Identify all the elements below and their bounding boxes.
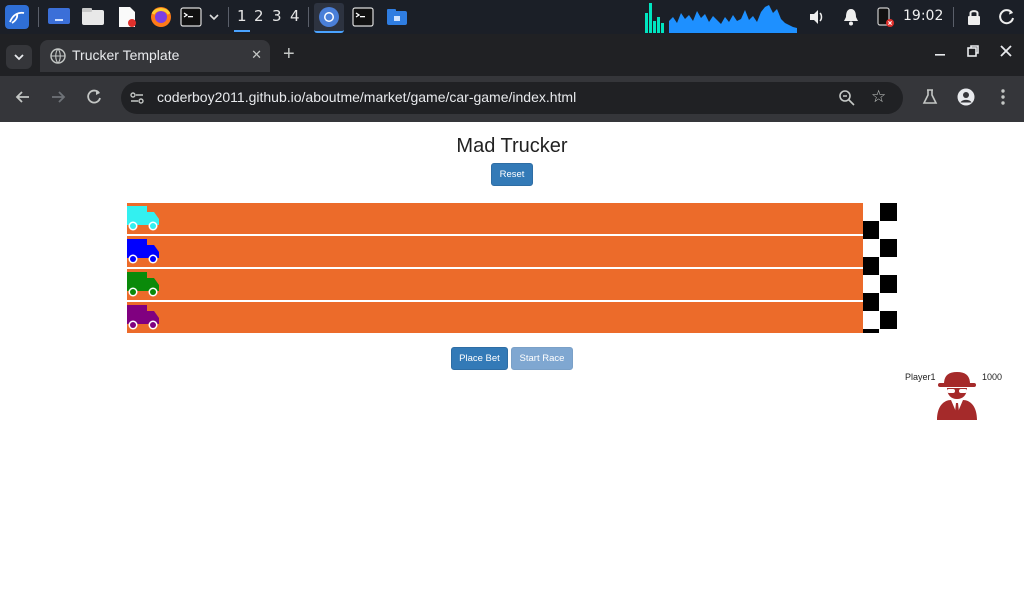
clock: 19:02 [903,8,944,24]
url-text[interactable]: coderboy2011.github.io/aboutme/market/ga… [157,89,576,105]
workspace-4[interactable]: 4 [290,7,300,25]
labs-flask-icon[interactable] [921,88,939,111]
workspace-3[interactable]: 3 [272,7,282,25]
finish-line-checkered [863,203,897,333]
tab-search-button[interactable] [6,45,32,69]
terminal-icon[interactable] [350,5,376,29]
taskbar-separator [38,7,39,27]
kali-menu-icon[interactable] [4,5,30,29]
start-race-button[interactable]: Start Race [511,347,573,370]
bookmark-star-icon[interactable]: ☆ [871,87,886,107]
firefox-icon[interactable] [148,5,174,29]
arrow-right-icon [52,91,66,103]
place-bet-button[interactable]: Place Bet [451,347,508,370]
chevron-down-icon [14,54,24,61]
reload-button[interactable] [85,88,103,111]
cpu-usage-graph [645,3,797,33]
text-editor-icon[interactable] [114,5,140,29]
volume-icon[interactable] [806,5,828,29]
back-button[interactable] [14,88,32,111]
new-tab-button[interactable]: + [283,43,295,66]
tab-title: Trucker Template [72,47,180,63]
truck-blue-icon [127,239,159,264]
minimize-icon[interactable] [933,44,947,63]
folder-icon[interactable] [384,5,410,29]
forward-button[interactable] [49,88,67,111]
terminal-icon[interactable] [178,5,204,29]
player-name: Player1 [905,372,936,382]
os-taskbar: 1 2 3 4 19:02 [0,0,1024,34]
lock-icon[interactable] [963,5,985,29]
arrow-left-icon [15,91,29,103]
reset-button[interactable]: Reset [491,163,533,186]
battery-icon[interactable] [874,5,896,29]
address-bar[interactable]: coderboy2011.github.io/aboutme/market/ga… [121,82,903,114]
kebab-menu-icon[interactable] [994,88,1012,111]
race-lane-3 [127,269,863,300]
page-title: Mad Trucker [456,135,568,157]
reload-icon [87,89,101,104]
race-lane-4 [127,302,863,333]
truck-cyan-icon [127,206,159,231]
file-manager-icon[interactable] [80,5,106,29]
power-icon[interactable] [996,5,1018,29]
race-lane-2 [127,236,863,267]
player-money: 1000 [982,372,1003,382]
workspace-1[interactable]: 1 [234,7,249,32]
browser-tab-active[interactable]: Trucker Template ✕ [40,40,270,72]
workspace-2[interactable]: 2 [254,7,264,25]
tab-close-icon[interactable]: ✕ [251,47,262,63]
desktop-icon[interactable] [46,5,72,29]
race-lane-1 [127,203,863,234]
restore-icon[interactable] [966,44,980,63]
web-page: Mad Trucker Reset Place Bet Start Race P… [0,122,1024,600]
taskbar-separator [308,7,309,27]
close-window-icon[interactable] [999,44,1013,63]
profile-icon[interactable] [957,88,975,111]
bell-icon[interactable] [840,5,862,29]
spy-avatar-icon [937,372,977,420]
chromium-icon[interactable] [314,3,344,33]
truck-green-icon [127,272,159,297]
truck-purple-icon [127,305,159,330]
site-info-icon[interactable] [129,90,145,111]
globe-icon [50,48,66,67]
zoom-icon[interactable] [838,89,856,112]
chevron-down-icon[interactable] [206,5,222,29]
taskbar-separator [228,7,229,27]
taskbar-separator [953,7,954,27]
